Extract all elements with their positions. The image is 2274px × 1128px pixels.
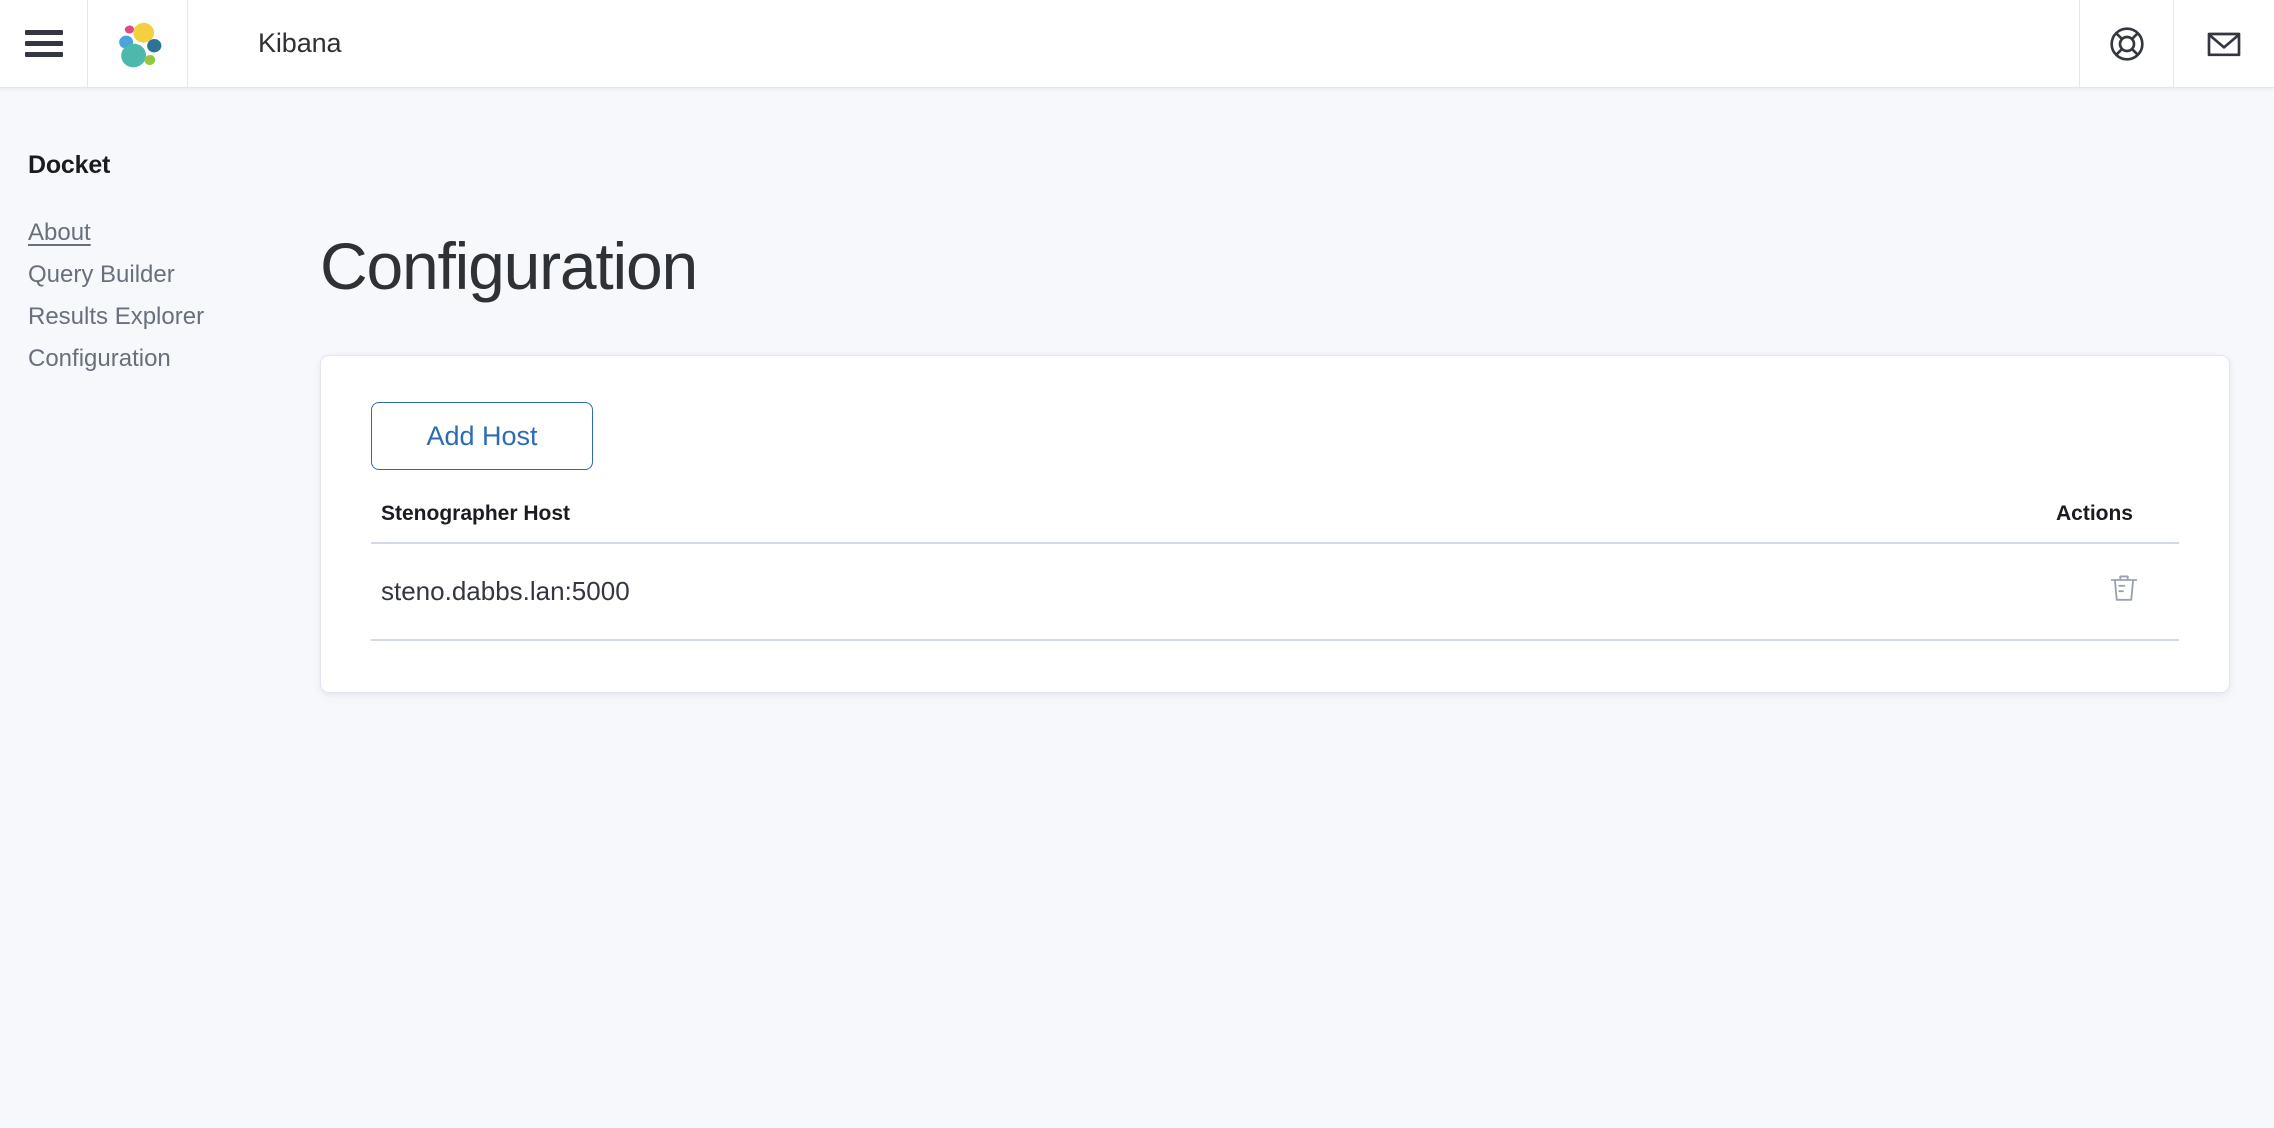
page-body: Docket About Query Builder Results Explo… — [0, 88, 2274, 1128]
page-title: Configuration — [320, 229, 698, 303]
sidebar-item-about[interactable]: About — [28, 215, 91, 250]
menu-toggle-button[interactable] — [0, 0, 88, 87]
column-header-stenographer-host: Stenographer Host — [371, 502, 1879, 544]
help-life-ring-icon[interactable] — [2107, 24, 2147, 64]
sidebar-item-query-builder[interactable]: Query Builder — [28, 257, 175, 292]
sidebar: Docket About Query Builder Results Explo… — [0, 88, 320, 1128]
envelope-icon[interactable] — [2204, 24, 2244, 64]
hosts-panel: Add Host Stenographer Host Actions steno… — [320, 355, 2230, 693]
table-header-row: Stenographer Host Actions — [371, 502, 2179, 544]
trash-icon[interactable] — [2109, 572, 2139, 604]
sidebar-item-results-explorer[interactable]: Results Explorer — [28, 299, 204, 334]
app-title-area: Kibana — [188, 0, 2080, 87]
cell-actions — [1879, 543, 2179, 641]
delete-host-button[interactable] — [2109, 572, 2139, 604]
elastic-logo-icon — [118, 22, 161, 67]
table-body: steno.dabbs.lan:5000 — [371, 543, 2179, 641]
sidebar-nav: About Query Builder Results Explorer Con… — [28, 215, 320, 383]
sidebar-title: Docket — [28, 151, 111, 179]
hamburger-menu-icon[interactable] — [24, 30, 63, 57]
cell-host-value: steno.dabbs.lan:5000 — [371, 543, 1879, 641]
add-host-button[interactable]: Add Host — [371, 402, 593, 470]
help-button[interactable] — [2080, 0, 2174, 87]
column-header-actions: Actions — [1879, 502, 2179, 544]
table-row: steno.dabbs.lan:5000 — [371, 543, 2179, 641]
stenographer-hosts-table: Stenographer Host Actions steno.dabbs.la… — [371, 502, 2179, 641]
mail-button[interactable] — [2174, 0, 2274, 87]
elastic-logo-button[interactable] — [88, 0, 188, 87]
app-title: Kibana — [258, 28, 342, 58]
main-content: Configuration Add Host Stenographer Host… — [320, 88, 2274, 1128]
app-header: Kibana — [0, 0, 2274, 88]
table-head: Stenographer Host Actions — [371, 502, 2179, 544]
sidebar-item-configuration[interactable]: Configuration — [28, 341, 171, 376]
